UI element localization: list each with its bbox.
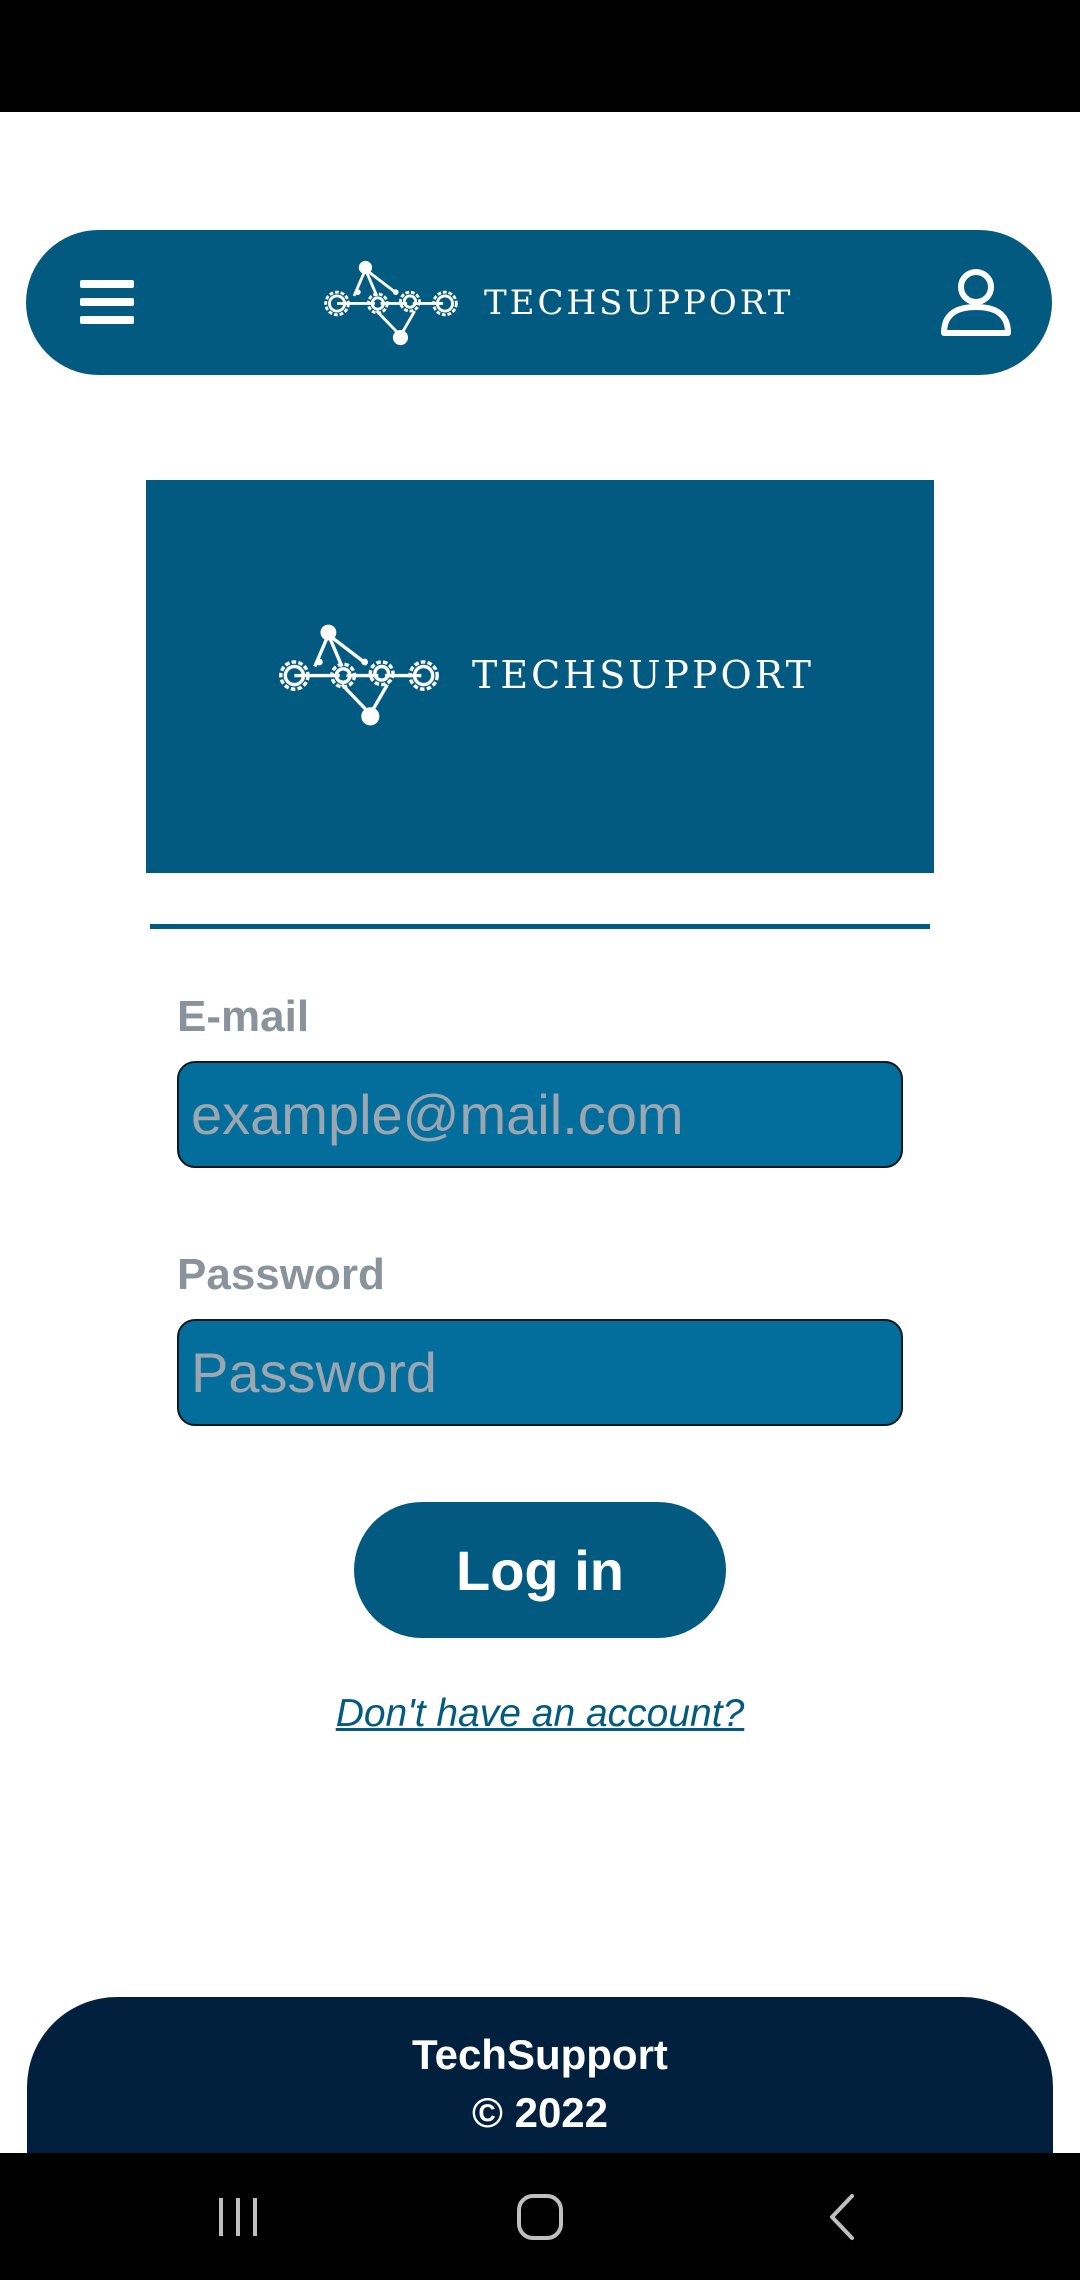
recent-apps-icon xyxy=(219,2197,257,2236)
hero-banner: TECHSUPPORT xyxy=(146,480,934,873)
system-navigation-bar xyxy=(0,2153,1080,2280)
header-logo[interactable]: TECHSUPPORT xyxy=(320,258,793,348)
password-label: Password xyxy=(177,1250,385,1299)
hero-brand-name: TECHSUPPORT xyxy=(472,653,814,697)
section-divider xyxy=(150,924,930,929)
header-brand-name: TECHSUPPORT xyxy=(484,283,794,323)
status-bar xyxy=(0,0,1080,112)
password-field[interactable] xyxy=(177,1319,903,1426)
hero-logo: TECHSUPPORT xyxy=(274,620,814,730)
email-label: E-mail xyxy=(177,992,310,1041)
back-button[interactable] xyxy=(767,2153,917,2280)
email-field[interactable] xyxy=(177,1061,903,1168)
footer-copyright: © 2022 xyxy=(471,2089,609,2136)
login-button[interactable]: Log in xyxy=(354,1502,726,1638)
menu-button[interactable] xyxy=(76,272,156,332)
user-icon xyxy=(941,269,1011,336)
signup-link[interactable]: Don't have an account? xyxy=(0,1692,1080,1736)
gears-network-logo xyxy=(279,624,439,726)
footer-brand-name: TechSupport xyxy=(412,2031,668,2078)
recent-apps-button[interactable] xyxy=(163,2153,313,2280)
home-icon xyxy=(517,2193,563,2240)
user-account-button[interactable] xyxy=(936,265,1016,340)
back-icon xyxy=(830,2193,854,2240)
top-nav-bar: TECHSUPPORT xyxy=(26,230,1052,375)
home-button[interactable] xyxy=(465,2153,615,2280)
gears-network-logo xyxy=(324,260,458,346)
